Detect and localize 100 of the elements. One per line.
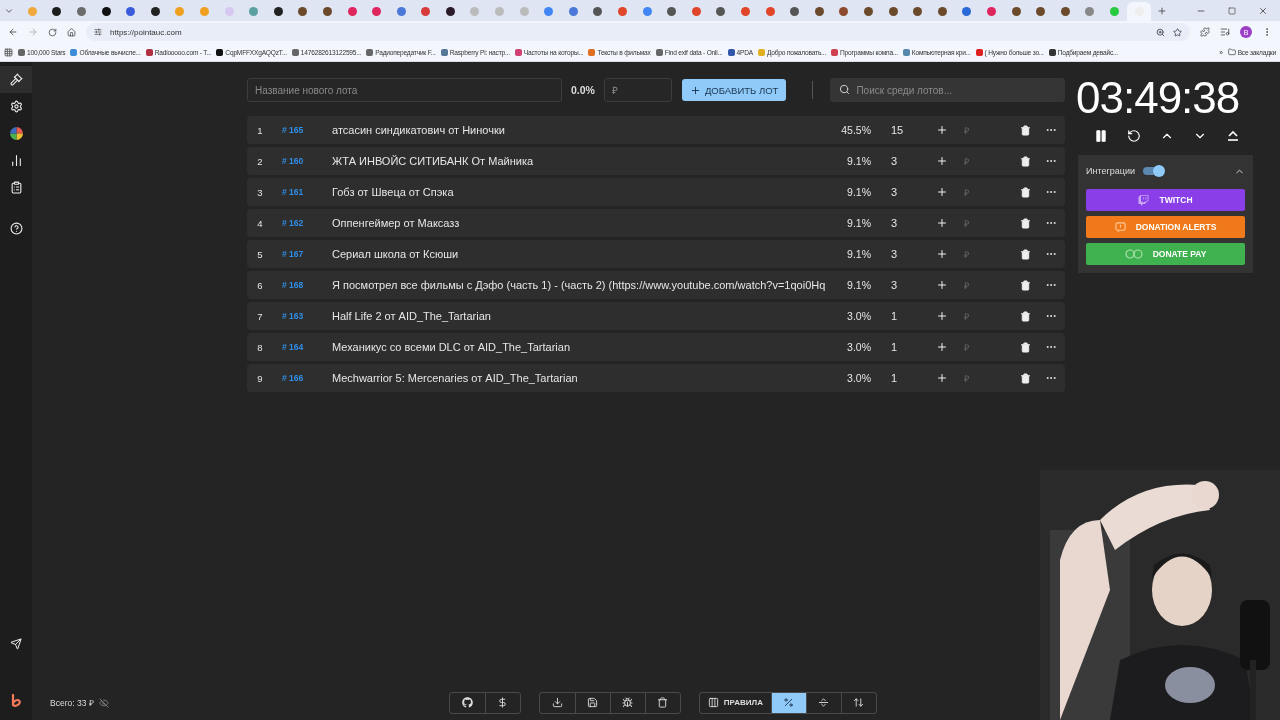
lot-id: # 164 — [281, 342, 305, 352]
lot-amount: 3 — [890, 217, 899, 229]
lot-amount: 3 — [890, 186, 899, 198]
trash-icon — [1020, 217, 1031, 229]
site-settings-icon — [94, 28, 102, 36]
split-icon — [818, 697, 830, 708]
lot-name: Сериал школа от Ксюши — [332, 248, 460, 260]
lot-amount: 15 — [890, 124, 905, 136]
lot-id: # 161 — [281, 187, 305, 197]
trash-icon — [1020, 124, 1031, 136]
currency-sign: ₽ — [963, 155, 970, 168]
reload-icon[interactable] — [48, 27, 57, 37]
lot-name: ЖТА ИНВОЙС СИТИБАНК От Майника — [332, 155, 535, 167]
lot-name: атсасин синдикатович от Ниночки — [332, 124, 506, 136]
url-text: https://pointauc.com — [110, 27, 182, 37]
lot-name: Mechwarrior 5: Mercenaries от AID_The_Tartarian — [332, 372, 579, 384]
pie-chart-icon — [9, 127, 23, 140]
lot-percent: 9.1% — [846, 248, 871, 260]
percent-icon — [783, 697, 795, 708]
plus-icon — [935, 186, 948, 198]
trash-icon — [1020, 155, 1031, 167]
row-number: 4 — [256, 217, 264, 229]
download-icon — [551, 697, 563, 708]
plus-icon — [935, 372, 948, 384]
integrations-toggle[interactable] — [1142, 167, 1163, 175]
plus-icon — [935, 279, 948, 291]
apps-icon[interactable] — [4, 47, 13, 57]
close-icon[interactable] — [1258, 5, 1268, 16]
total-amount: Всего: 33 ₽ — [50, 697, 94, 708]
trash-icon — [1020, 186, 1031, 198]
new-tab-icon[interactable] — [1157, 5, 1168, 16]
lot-id: # 166 — [281, 373, 305, 383]
trash-icon — [1020, 248, 1031, 260]
lot-amount: 3 — [890, 155, 899, 167]
lot-amount: 1 — [890, 372, 899, 384]
bookmark-star-icon — [1173, 27, 1182, 37]
lot-amount: 3 — [890, 279, 899, 291]
plus-icon — [935, 341, 948, 353]
twitch-icon — [1138, 194, 1150, 206]
lot-amount: 3 — [890, 248, 899, 260]
row-number: 8 — [256, 341, 264, 353]
media-icon[interactable] — [1220, 27, 1230, 37]
row-number: 7 — [256, 310, 264, 322]
lot-percent: 9.1% — [846, 217, 871, 229]
logo-icon — [10, 693, 22, 708]
bar-chart-icon — [9, 154, 23, 167]
eye-off-icon[interactable] — [98, 697, 109, 708]
currency-sign: ₽ — [963, 341, 970, 354]
columns-icon — [707, 697, 719, 708]
back-icon[interactable] — [8, 27, 18, 37]
lot-id: # 163 — [281, 311, 305, 321]
timer: 03:49:38 — [1076, 76, 1241, 120]
trash-icon — [1020, 310, 1031, 322]
lot-percent: 3.0% — [846, 341, 871, 353]
toolbar-button[interactable] — [770, 692, 806, 713]
lot-amount: 1 — [890, 310, 899, 322]
lot-id: # 168 — [281, 280, 305, 290]
sort-icon — [853, 697, 865, 708]
send-icon — [10, 637, 22, 650]
trash-icon — [1020, 372, 1031, 384]
trash-icon — [657, 697, 669, 708]
plus-icon — [689, 84, 701, 96]
integration-button[interactable]: TWITCH — [1086, 189, 1245, 211]
lot-name-field[interactable]: Название нового лота — [247, 78, 562, 102]
lot-name: Half Life 2 от AID_The_Tartarian — [332, 310, 492, 322]
lot-name: Я посмотрел все фильмы с Дэфо (часть 1) - (часть 2) (https://www.youtube.com/watch?v=1qoi0Hq — [332, 279, 827, 291]
integrations-label: Интеграции — [1086, 166, 1135, 176]
new-lot-percent: 0.0% — [571, 84, 595, 96]
zoom-icon — [1156, 27, 1165, 37]
lot-amount: 1 — [890, 341, 899, 353]
lot-name: Оппенгеймер от Максазз — [332, 217, 461, 229]
plus-icon — [935, 217, 948, 229]
address-bar[interactable]: https://pointauc.com — [86, 23, 1190, 41]
extensions-icon[interactable] — [1200, 27, 1210, 37]
add-lot-button[interactable]: ДОБАВИТЬ ЛОТ — [681, 79, 787, 101]
lot-id: # 162 — [281, 218, 305, 228]
row-number: 9 — [256, 372, 264, 384]
currency-sign: ₽ — [963, 372, 970, 385]
home-icon[interactable] — [67, 27, 76, 37]
plus-icon — [935, 124, 948, 136]
trash-icon — [1020, 279, 1031, 291]
lot-percent: 3.0% — [846, 372, 871, 384]
search-field[interactable]: Поиск среди лотов... — [830, 78, 1065, 102]
lot-name: Механикус со всеми DLC от AID_The_Tartarian — [332, 341, 571, 353]
sidebar-item[interactable] — [0, 66, 32, 93]
settings-icon — [9, 100, 23, 113]
reset-icon — [1127, 129, 1141, 143]
lot-percent: 9.1% — [846, 186, 871, 198]
lot-percent: 3.0% — [846, 310, 871, 322]
save-icon — [587, 697, 599, 708]
lot-id: # 160 — [281, 156, 305, 166]
toolbar-button[interactable]: ПРАВИЛА — [699, 692, 771, 713]
lot-id: # 167 — [281, 249, 305, 259]
clipboard-icon — [9, 181, 23, 194]
currency-sign: ₽ — [963, 124, 970, 137]
currency-sign: ₽ — [963, 310, 970, 323]
row-number: 5 — [256, 248, 264, 260]
currency-sign: ₽ — [963, 186, 970, 199]
amount-field[interactable]: ₽ — [603, 78, 672, 102]
lot-id: # 165 — [281, 125, 305, 135]
